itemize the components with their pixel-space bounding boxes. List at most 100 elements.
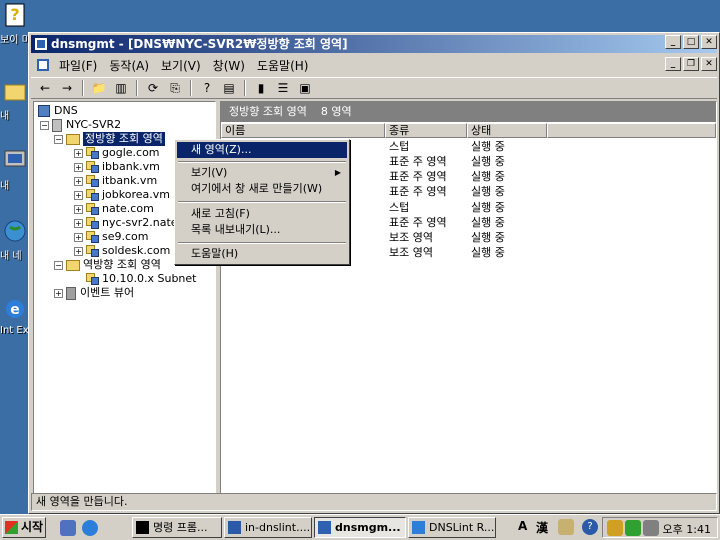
- refresh-icon[interactable]: ⟳: [143, 79, 163, 97]
- ie-desktop-icon[interactable]: e Int Ex: [0, 296, 30, 336]
- network-desktop-icon[interactable]: 내 네: [0, 218, 30, 262]
- tree-zone[interactable]: + itbank.vm: [74, 174, 157, 188]
- expand-icon[interactable]: +: [74, 176, 83, 186]
- tree-node-server[interactable]: − NYC-SVR2: [40, 118, 121, 132]
- task-dnslint-doc[interactable]: in-dnslint....: [224, 517, 312, 538]
- security-shield-icon[interactable]: [607, 520, 623, 536]
- my-docs-desktop-icon[interactable]: 내: [0, 78, 30, 122]
- tree-zone[interactable]: + ibbank.vm: [74, 160, 160, 174]
- menu-bar: 파일(F) 동작(A) 보기(V) 창(W) 도움말(H): [31, 55, 717, 75]
- windows-flag-icon: [5, 521, 18, 534]
- dns-app-icon: [318, 521, 331, 534]
- expand-icon[interactable]: +: [74, 218, 83, 228]
- server-icon[interactable]: ▮: [251, 79, 271, 97]
- menu-file[interactable]: 파일(F): [53, 57, 103, 74]
- expand-icon[interactable]: +: [74, 190, 83, 200]
- maximize-button[interactable]: □: [683, 35, 699, 49]
- show-tree-icon[interactable]: ▥: [111, 79, 131, 97]
- export-icon[interactable]: ⎘: [165, 79, 185, 97]
- child-restore-button[interactable]: ❐: [683, 57, 699, 71]
- tree-node-reverse-zone[interactable]: − 역방향 조회 영역: [54, 258, 161, 272]
- zone-icon: [86, 203, 99, 215]
- up-folder-icon[interactable]: 📁: [89, 79, 109, 97]
- ime-tool-icon[interactable]: [558, 519, 574, 535]
- expand-icon[interactable]: +: [74, 246, 83, 256]
- internet-explorer-icon: e: [6, 300, 24, 318]
- menu-view[interactable]: 보기(V): [155, 57, 207, 74]
- close-button[interactable]: ✕: [701, 35, 717, 49]
- toolbar-separator: [244, 80, 246, 96]
- ime-hanja[interactable]: 漢: [536, 519, 548, 536]
- menu-new-zone[interactable]: 새 영역(Z)...: [177, 142, 347, 158]
- tree-node-dns[interactable]: DNS: [38, 104, 78, 118]
- child-close-button[interactable]: ✕: [701, 57, 717, 71]
- tree-node-event-viewer[interactable]: + 이벤트 뷰어: [54, 286, 134, 300]
- start-button[interactable]: 시작: [2, 517, 46, 538]
- menu-window[interactable]: 창(W): [207, 57, 251, 74]
- menu-help-item[interactable]: 도움말(H): [177, 246, 347, 262]
- properties-icon[interactable]: ▤: [219, 79, 239, 97]
- help-icon[interactable]: ?: [197, 79, 217, 97]
- tree-zone[interactable]: + se9.com: [74, 230, 149, 244]
- list-icon[interactable]: ☰: [273, 79, 293, 97]
- collapse-icon[interactable]: −: [54, 134, 63, 144]
- expand-icon[interactable]: +: [74, 162, 83, 172]
- task-dnslint-report[interactable]: DNSLint R...: [408, 517, 496, 538]
- menu-help[interactable]: 도움말(H): [251, 57, 315, 74]
- tree-zone[interactable]: + gogle.com: [74, 146, 160, 160]
- column-filler: [547, 123, 716, 138]
- expand-icon[interactable]: +: [74, 148, 83, 158]
- system-tray: 오후 1:41: [602, 517, 718, 538]
- caption-buttons: _ □ ✕: [665, 35, 717, 49]
- tree-zone[interactable]: + nate.com: [74, 202, 154, 216]
- toolbar-separator: [190, 80, 192, 96]
- desktop-label: 내: [0, 181, 10, 192]
- task-cmd[interactable]: 명령 프롬...: [132, 517, 222, 538]
- column-type[interactable]: 종류: [385, 123, 467, 138]
- forward-icon[interactable]: →: [57, 79, 77, 97]
- clock: 오후 1:41: [662, 523, 711, 536]
- help-icon[interactable]: ?: [582, 519, 598, 535]
- minimize-button[interactable]: _: [665, 35, 681, 49]
- desktop-label: Int Ex: [0, 325, 29, 336]
- globe-icon: [4, 220, 26, 242]
- tree-zone[interactable]: + jobkorea.vm: [74, 188, 170, 202]
- menu-refresh[interactable]: 새로 고침(F): [177, 206, 347, 222]
- column-name[interactable]: 이름: [221, 123, 385, 138]
- server-icon: [52, 118, 62, 132]
- menu-export-list[interactable]: 목록 내보내기(L)...: [177, 222, 347, 238]
- internet-explorer-icon[interactable]: [82, 520, 98, 536]
- selected-label: 정방향 조회 영역: [83, 132, 165, 146]
- document-icon: [228, 521, 241, 534]
- antivirus-icon[interactable]: [625, 520, 641, 536]
- child-minimize-button[interactable]: _: [665, 57, 681, 71]
- tree-zone[interactable]: + soldesk.com: [74, 244, 170, 258]
- collapse-icon[interactable]: −: [40, 120, 49, 130]
- collapse-icon[interactable]: −: [54, 260, 63, 270]
- console-icon[interactable]: [35, 57, 51, 73]
- expand-icon[interactable]: +: [74, 232, 83, 242]
- zone-icon[interactable]: ▣: [295, 79, 315, 97]
- help-desktop-icon[interactable]: ? 보이 미: [0, 2, 31, 46]
- menu-view-submenu[interactable]: 보기(V) ▶: [177, 165, 347, 181]
- taskbar: 시작 명령 프롬... in-dnslint.... dnsmgm... DNS…: [0, 514, 720, 540]
- expand-icon[interactable]: +: [74, 204, 83, 214]
- task-dnsmgmt[interactable]: dnsmgm...: [314, 517, 406, 538]
- column-status[interactable]: 상태: [467, 123, 547, 138]
- my-computer-desktop-icon[interactable]: 내: [0, 148, 30, 192]
- title-bar[interactable]: dnsmgmt - [DNS₩NYC-SVR2₩정방향 조회 영역]: [31, 35, 717, 53]
- zone-icon: [86, 175, 99, 187]
- tree-node-forward-zone[interactable]: − 정방향 조회 영역: [54, 132, 165, 146]
- back-icon[interactable]: ←: [35, 79, 55, 97]
- tree-zone[interactable]: + nyc-svr2.nate: [74, 216, 178, 230]
- show-desktop-icon[interactable]: [60, 520, 76, 536]
- menu-action[interactable]: 동작(A): [103, 57, 155, 74]
- menu-new-window[interactable]: 여기에서 창 새로 만들기(W): [177, 181, 347, 197]
- network-tray-icon[interactable]: [643, 520, 659, 536]
- folder-icon: [66, 133, 80, 145]
- browser-icon: [412, 521, 425, 534]
- zone-icon: [86, 147, 99, 159]
- tree-node-subnet[interactable]: 10.10.0.x Subnet: [86, 272, 196, 286]
- expand-icon[interactable]: +: [54, 288, 63, 298]
- ime-mode[interactable]: A: [518, 519, 527, 533]
